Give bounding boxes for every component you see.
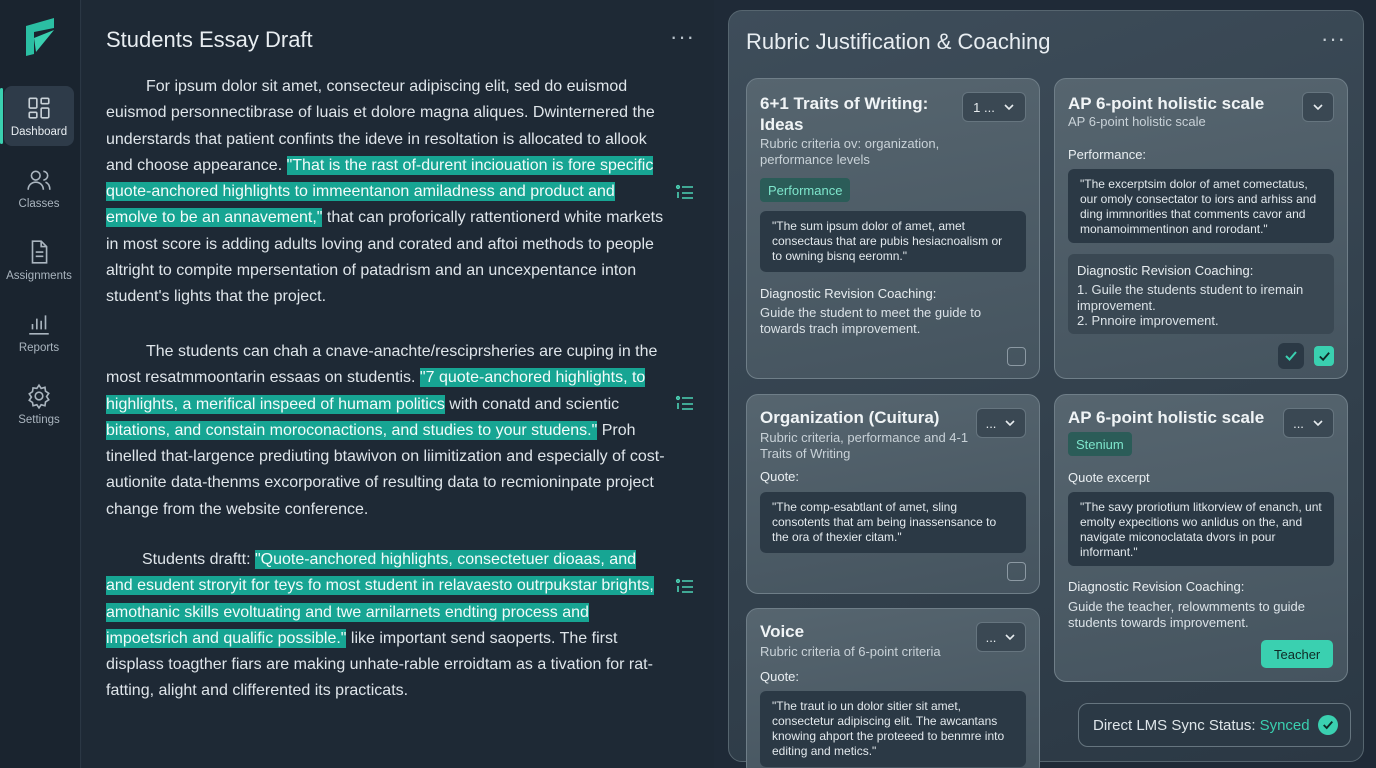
rubric-card-ap-scale-2: AP 6-point holistic scale ... Stenium Qu… <box>1054 394 1348 682</box>
essay-paragraph-2: The students can chah a cnave-anachte/re… <box>106 339 666 523</box>
lms-sync-status[interactable]: Direct LMS Sync Status: Synced <box>1078 703 1351 747</box>
sync-label: Direct LMS Sync Status: <box>1093 716 1256 734</box>
rubric-card-ideas: 6+1 Traits of Writing: Ideas Rubric crit… <box>746 78 1040 379</box>
confirm-check-button[interactable] <box>1278 343 1304 369</box>
chevron-down-icon <box>1005 420 1015 427</box>
quote-box: "The savy proriotium litkorview of enanc… <box>1068 492 1334 566</box>
coaching-item: 1. Guile the students student to iremain… <box>1077 282 1304 313</box>
chevron-down-icon <box>1004 104 1014 111</box>
performance-chip[interactable]: Performance <box>760 178 851 202</box>
essay-paragraph-3: Students draftt: "Quote-anchored highlig… <box>106 547 666 705</box>
performance-label: Performance: <box>1068 147 1147 162</box>
card-subtitle: Rubric criteria of 6-point criteria <box>760 644 941 659</box>
card-title: Voice <box>760 622 805 641</box>
rubric-panel: Rubric Justification & Coaching ··· 6+1 … <box>728 10 1364 768</box>
sidebar-item-label: Assignments <box>6 269 72 282</box>
chevron-down-icon <box>1313 104 1323 111</box>
quote-box: "The excerptsim dolor of amet comectatus… <box>1068 169 1334 243</box>
document-icon <box>31 239 48 264</box>
score-dropdown[interactable]: ... <box>1283 408 1334 438</box>
annotation-list-icon[interactable] <box>675 394 695 414</box>
essay-paragraph-1: For ipsum dolor sit amet, consecteur adi… <box>106 74 666 311</box>
card-subtitle: Rubric criteria ov: organization, perfor… <box>760 136 940 167</box>
card-subtitle: AP 6-point holistic scale <box>1068 114 1206 129</box>
approve-checkbox-checked[interactable] <box>1314 346 1334 366</box>
card-title: Organization (Cuitura) <box>760 408 940 427</box>
rubric-card-ap-scale: AP 6-point holistic scale AP 6-point hol… <box>1054 78 1348 379</box>
card-title: AP 6-point holistic scale <box>1068 94 1265 113</box>
essay-title: Students Essay Draft <box>106 27 313 52</box>
coaching-text: Guide the teacher, relowmments to guide … <box>1068 599 1306 630</box>
sidebar-item-assignments[interactable]: Assignments <box>4 230 74 290</box>
dropdown-value: 1 ... <box>973 99 995 115</box>
bar-chart-icon <box>29 314 49 335</box>
dropdown-value: ... <box>985 629 997 645</box>
dropdown-value: ... <box>985 415 997 431</box>
rubric-more-menu[interactable]: ··· <box>1321 26 1346 52</box>
check-icon <box>1318 351 1330 361</box>
chevron-down-icon <box>1005 634 1015 641</box>
approve-checkbox[interactable] <box>1007 562 1026 581</box>
sidebar-item-label: Settings <box>18 413 60 426</box>
level-chip[interactable]: Stenium <box>1068 432 1132 456</box>
annotation-list-icon[interactable] <box>675 183 695 203</box>
paragraph-text: Students draftt: <box>142 551 255 568</box>
sidebar-item-label: Reports <box>18 341 60 354</box>
coaching-item: 2. Pnnoire improvement. <box>1077 313 1219 328</box>
card-title: 6+1 Traits of Writing: Ideas <box>760 94 929 134</box>
essay-panel: Students Essay Draft ··· For ipsum dolor… <box>82 0 714 768</box>
sidebar-item-label: Dashboard <box>10 125 68 138</box>
coaching-label: Diagnostic Revision Coaching: <box>1068 579 1245 594</box>
dashboard-icon <box>28 96 50 119</box>
teacher-button[interactable]: Teacher <box>1261 640 1334 668</box>
score-dropdown[interactable]: ... <box>976 622 1026 652</box>
coaching-box: Diagnostic Revision Coaching: 1. Guile t… <box>1068 254 1334 334</box>
gear-icon <box>28 383 50 409</box>
score-dropdown[interactable] <box>1302 92 1334 122</box>
quote-label: Quote excerpt <box>1068 470 1150 485</box>
quote-label: Quote: <box>760 669 800 684</box>
dropdown-value: ... <box>1293 415 1304 431</box>
sidebar-item-settings[interactable]: Settings <box>4 374 74 434</box>
quote-box: "The traut io un dolor sitier sit amet, … <box>760 691 1026 767</box>
sidebar-item-reports[interactable]: Reports <box>4 302 74 362</box>
quote-highlight[interactable]: bitations, and constain moroconactions, … <box>106 420 598 440</box>
card-title: AP 6-point holistic scale <box>1068 408 1265 427</box>
paragraph-text: with conatd and scientic <box>444 395 620 413</box>
chevron-down-icon <box>1313 420 1323 427</box>
coaching-label: Diagnostic Revision Coaching: <box>1077 263 1254 278</box>
annotation-list-icon[interactable] <box>675 577 695 597</box>
users-icon <box>27 170 51 190</box>
sidebar-item-dashboard[interactable]: Dashboard <box>0 86 74 146</box>
essay-more-menu[interactable]: ··· <box>670 24 695 50</box>
approve-checkbox[interactable] <box>1007 347 1026 366</box>
score-dropdown[interactable]: ... <box>976 408 1026 438</box>
coaching-label: Diagnostic Revision Coaching: <box>760 286 937 301</box>
rubric-card-organization: Organization (Cuitura) Rubric criteria, … <box>746 394 1040 594</box>
sync-ok-icon <box>1318 715 1338 735</box>
sidebar-item-label: Classes <box>18 197 60 210</box>
check-icon <box>1285 351 1297 361</box>
sidebar-item-classes[interactable]: Classes <box>4 158 74 218</box>
app-logo[interactable] <box>24 18 58 56</box>
quote-box: "The sum ipsum dolor of amet, amet conse… <box>760 211 1026 272</box>
card-subtitle: Rubric criteria, performance and 4-1 Tra… <box>760 430 969 461</box>
quote-label: Quote: <box>760 469 800 484</box>
quote-box: "The comp-esabtlant of amet, sling conso… <box>760 492 1026 553</box>
sidebar: Dashboard Classes Assignments Reports Se… <box>0 0 81 768</box>
coaching-text: Guide the student to meet the guide to t… <box>760 305 982 336</box>
rubric-title: Rubric Justification & Coaching <box>746 29 1051 54</box>
sync-status-value: Synced <box>1259 716 1310 734</box>
rubric-card-voice: Voice Rubric criteria of 6-point criteri… <box>746 608 1040 768</box>
score-dropdown[interactable]: 1 ... <box>962 92 1026 122</box>
